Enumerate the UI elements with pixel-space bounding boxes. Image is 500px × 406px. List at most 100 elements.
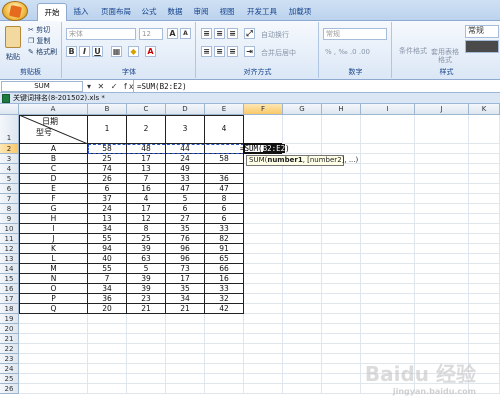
office-button[interactable] <box>2 1 28 21</box>
cell-g13[interactable] <box>283 254 322 264</box>
cell-b16[interactable]: 34 <box>88 284 127 294</box>
cell-g25[interactable] <box>283 374 322 384</box>
cell-j13[interactable] <box>415 254 469 264</box>
cell-d6[interactable]: 47 <box>166 184 205 194</box>
cell-g12[interactable] <box>283 244 322 254</box>
cell-e18[interactable]: 42 <box>205 304 244 314</box>
cell-a5[interactable]: D <box>19 174 88 184</box>
cell-k5[interactable] <box>469 174 500 184</box>
cell-h20[interactable] <box>322 324 361 334</box>
cell-i18[interactable] <box>361 304 415 314</box>
cell-i5[interactable] <box>361 174 415 184</box>
cell-d20[interactable] <box>166 324 205 334</box>
cell-j14[interactable] <box>415 264 469 274</box>
cell-g20[interactable] <box>283 324 322 334</box>
cell-k12[interactable] <box>469 244 500 254</box>
cell-a7[interactable]: F <box>19 194 88 204</box>
cell-g16[interactable] <box>283 284 322 294</box>
row-header-25[interactable]: 25 <box>0 374 19 384</box>
cell-e15[interactable]: 16 <box>205 274 244 284</box>
cell-f11[interactable] <box>244 234 283 244</box>
cell-g21[interactable] <box>283 334 322 344</box>
cell-b5[interactable]: 26 <box>88 174 127 184</box>
cell-b15[interactable]: 7 <box>88 274 127 284</box>
cell-j10[interactable] <box>415 224 469 234</box>
row-header-11[interactable]: 11 <box>0 234 19 244</box>
cell-c18[interactable]: 21 <box>127 304 166 314</box>
row-header-14[interactable]: 14 <box>0 264 19 274</box>
tab-developer[interactable]: 开发工具 <box>243 3 281 21</box>
cell-h25[interactable] <box>322 374 361 384</box>
cell-k21[interactable] <box>469 334 500 344</box>
cell-k9[interactable] <box>469 214 500 224</box>
cell-b21[interactable] <box>88 334 127 344</box>
cell-c19[interactable] <box>127 314 166 324</box>
cell-h21[interactable] <box>322 334 361 344</box>
cell-i11[interactable] <box>361 234 415 244</box>
cell-b13[interactable]: 40 <box>88 254 127 264</box>
cell-b8[interactable]: 24 <box>88 204 127 214</box>
cell-e17[interactable]: 32 <box>205 294 244 304</box>
cell-a13[interactable]: L <box>19 254 88 264</box>
cell-h7[interactable] <box>322 194 361 204</box>
cell-a6[interactable]: E <box>19 184 88 194</box>
cell-k16[interactable] <box>469 284 500 294</box>
number-format-select[interactable]: 常规 <box>323 28 387 40</box>
cell-c17[interactable]: 23 <box>127 294 166 304</box>
cell-b26[interactable] <box>88 384 127 394</box>
cell-c20[interactable] <box>127 324 166 334</box>
cell-e2[interactable] <box>205 144 244 154</box>
row-header-21[interactable]: 21 <box>0 334 19 344</box>
cell-e24[interactable] <box>205 364 244 374</box>
cell-k3[interactable] <box>469 154 500 164</box>
cell-b20[interactable] <box>88 324 127 334</box>
cell-h17[interactable] <box>322 294 361 304</box>
cell-c9[interactable]: 12 <box>127 214 166 224</box>
cell-a11[interactable]: J <box>19 234 88 244</box>
cell-a19[interactable] <box>19 314 88 324</box>
cell-i10[interactable] <box>361 224 415 234</box>
cell-i14[interactable] <box>361 264 415 274</box>
cell-a21[interactable] <box>19 334 88 344</box>
cell-b10[interactable]: 34 <box>88 224 127 234</box>
cell-k1[interactable] <box>469 115 500 144</box>
row-header-5[interactable]: 5 <box>0 174 19 184</box>
cell-e25[interactable] <box>205 374 244 384</box>
cell-e21[interactable] <box>205 334 244 344</box>
cell-c25[interactable] <box>127 374 166 384</box>
cell-d15[interactable]: 17 <box>166 274 205 284</box>
cell-a10[interactable]: I <box>19 224 88 234</box>
cell-h18[interactable] <box>322 304 361 314</box>
wrap-text-button[interactable]: 自动换行 <box>261 30 289 40</box>
column-header-c[interactable]: C <box>127 104 166 115</box>
cell-k17[interactable] <box>469 294 500 304</box>
column-header-d[interactable]: D <box>166 104 205 115</box>
cell-k22[interactable] <box>469 344 500 354</box>
cell-d1[interactable]: 3 <box>166 115 205 144</box>
fill-color-icon[interactable]: ◆ <box>128 46 139 57</box>
cell-f12[interactable] <box>244 244 283 254</box>
cell-d21[interactable] <box>166 334 205 344</box>
cell-c23[interactable] <box>127 354 166 364</box>
row-header-23[interactable]: 23 <box>0 354 19 364</box>
tab-page-layout[interactable]: 页面布局 <box>97 3 135 21</box>
cell-e22[interactable] <box>205 344 244 354</box>
cell-d7[interactable]: 5 <box>166 194 205 204</box>
grow-font-button[interactable]: A <box>167 28 178 39</box>
row-header-1[interactable]: 1 <box>0 115 19 144</box>
cell-e4[interactable] <box>205 164 244 174</box>
cell-e26[interactable] <box>205 384 244 394</box>
cell-h26[interactable] <box>322 384 361 394</box>
cell-a15[interactable]: N <box>19 274 88 284</box>
cell-a2[interactable]: A <box>19 144 88 154</box>
cell-c14[interactable]: 5 <box>127 264 166 274</box>
cell-g18[interactable] <box>283 304 322 314</box>
row-header-17[interactable]: 17 <box>0 294 19 304</box>
cell-b6[interactable]: 6 <box>88 184 127 194</box>
cell-j22[interactable] <box>415 344 469 354</box>
cell-c10[interactable]: 8 <box>127 224 166 234</box>
cell-d23[interactable] <box>166 354 205 364</box>
cell-c16[interactable]: 39 <box>127 284 166 294</box>
cell-k15[interactable] <box>469 274 500 284</box>
cell-h13[interactable] <box>322 254 361 264</box>
